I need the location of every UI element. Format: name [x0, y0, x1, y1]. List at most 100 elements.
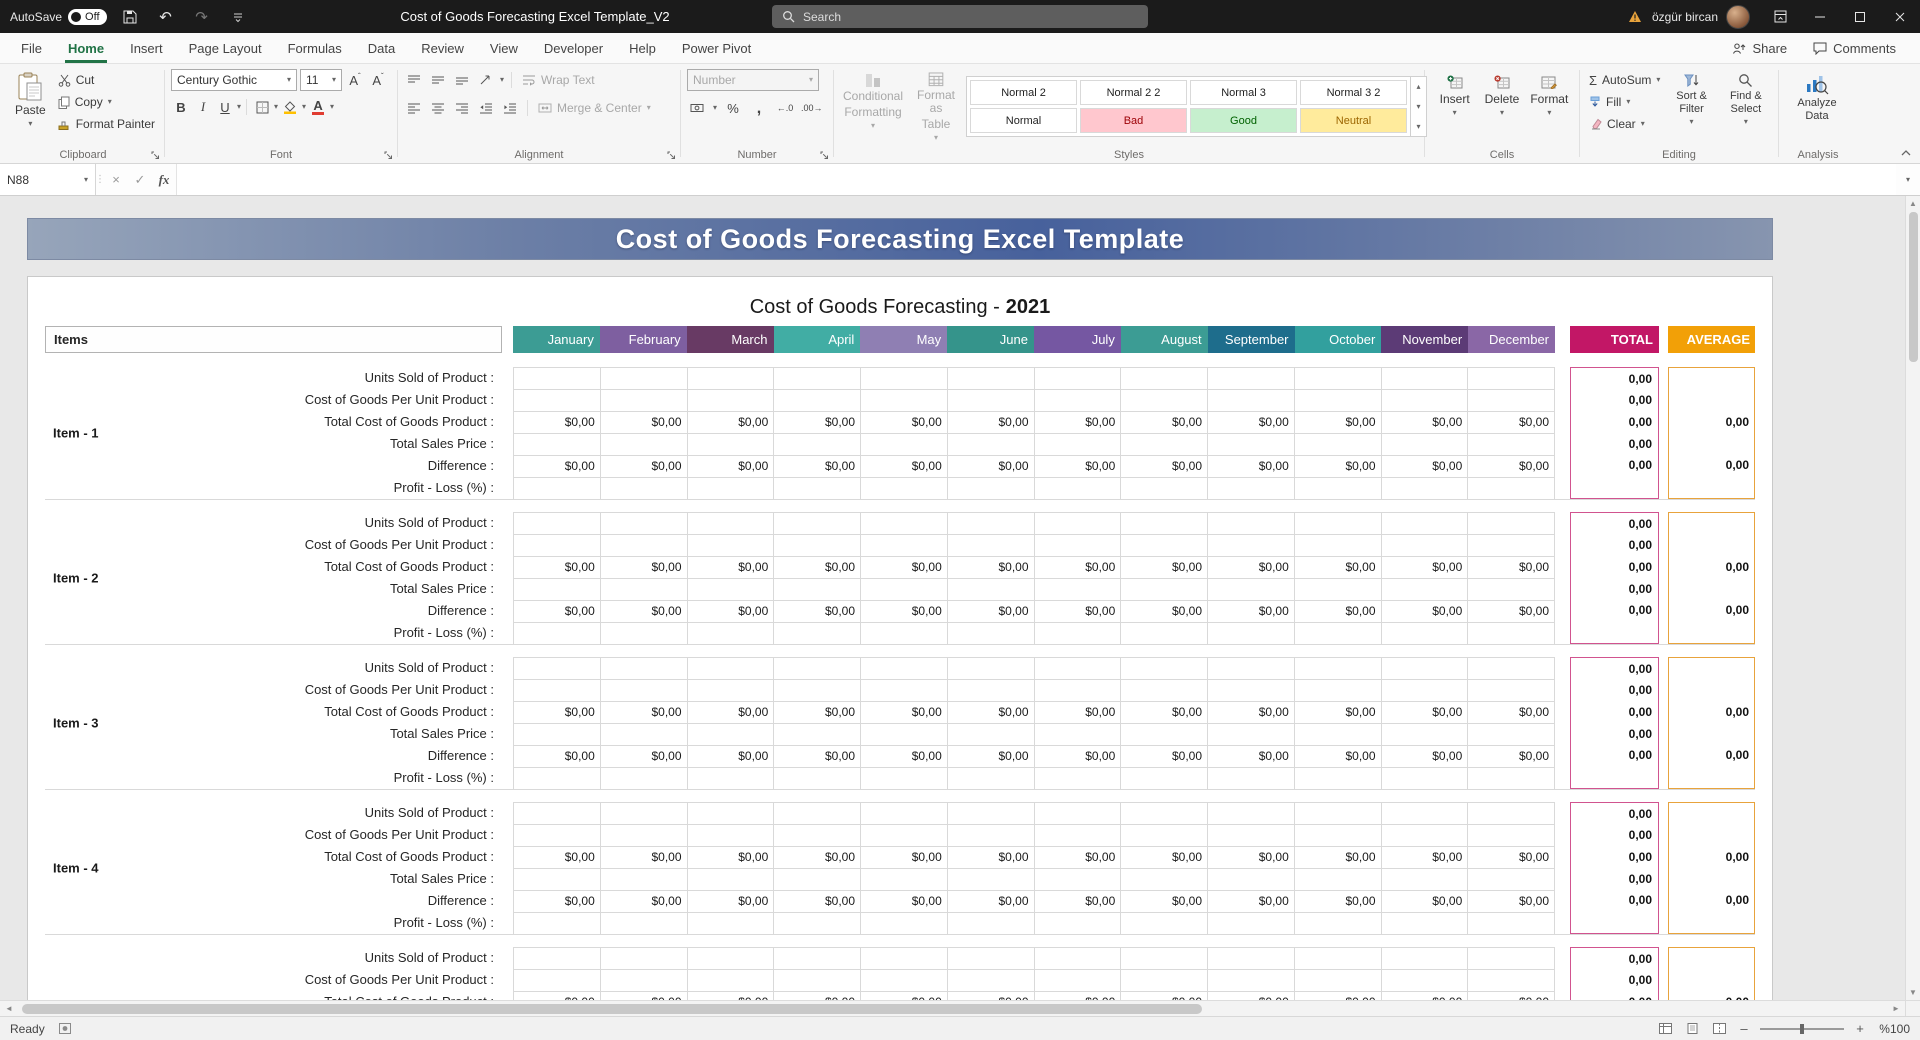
number-format-select[interactable]: Number ▾: [687, 69, 819, 91]
data-cell[interactable]: [600, 869, 688, 891]
data-cell[interactable]: [600, 658, 688, 680]
data-cell[interactable]: $0,00: [861, 702, 948, 724]
data-cell[interactable]: $0,00: [1381, 891, 1469, 913]
data-cell[interactable]: [1468, 658, 1555, 680]
undo-icon[interactable]: ↶: [153, 4, 179, 30]
comma-style-icon[interactable]: ,: [749, 98, 769, 118]
data-cell[interactable]: [514, 368, 601, 390]
scroll-down-icon[interactable]: ▼: [1909, 988, 1917, 997]
data-cell[interactable]: [947, 768, 1035, 790]
average-cell[interactable]: [1669, 658, 1754, 680]
alignment-dialog-launcher-icon[interactable]: [667, 151, 676, 160]
data-cell[interactable]: [774, 390, 861, 412]
data-cell[interactable]: $0,00: [1468, 847, 1555, 869]
month-header-april[interactable]: April: [773, 326, 861, 353]
data-cell[interactable]: $0,00: [514, 601, 601, 623]
data-cell[interactable]: $0,00: [861, 847, 948, 869]
data-cell[interactable]: [1381, 579, 1469, 601]
data-cell[interactable]: [1208, 513, 1295, 535]
data-cell[interactable]: [1034, 913, 1122, 935]
macro-record-icon[interactable]: [58, 1023, 71, 1034]
data-cell[interactable]: [947, 478, 1035, 500]
total-cell[interactable]: 0,00: [1571, 578, 1658, 600]
average-cell[interactable]: [1669, 766, 1754, 788]
data-cell[interactable]: [1208, 768, 1295, 790]
accounting-dropdown-icon[interactable]: ▾: [713, 104, 717, 112]
total-cell[interactable]: 0,00: [1571, 948, 1658, 970]
average-cell[interactable]: 0,00: [1669, 701, 1754, 723]
data-cell[interactable]: [1121, 390, 1208, 412]
data-cell[interactable]: [1034, 803, 1122, 825]
data-cell[interactable]: [861, 680, 948, 702]
data-cell[interactable]: $0,00: [1034, 456, 1122, 478]
save-icon[interactable]: [117, 4, 143, 30]
data-cell[interactable]: [861, 768, 948, 790]
data-cell[interactable]: $0,00: [861, 557, 948, 579]
data-cell[interactable]: [947, 724, 1035, 746]
tab-insert[interactable]: Insert: [117, 33, 176, 63]
data-cell[interactable]: $0,00: [774, 557, 861, 579]
data-cell[interactable]: $0,00: [600, 456, 688, 478]
underline-button[interactable]: U: [215, 97, 235, 117]
data-cell[interactable]: [1381, 368, 1469, 390]
total-cell[interactable]: [1571, 621, 1658, 643]
data-cell[interactable]: [947, 825, 1035, 847]
data-cell[interactable]: $0,00: [687, 601, 775, 623]
data-cell[interactable]: [1121, 970, 1208, 992]
copy-button[interactable]: Copy ▾: [55, 91, 158, 113]
data-cell[interactable]: $0,00: [774, 456, 861, 478]
align-middle-icon[interactable]: [428, 70, 448, 90]
data-cell[interactable]: $0,00: [688, 992, 775, 1000]
data-cell[interactable]: $0,00: [1294, 746, 1382, 768]
data-cell[interactable]: [1468, 390, 1555, 412]
data-cell[interactable]: $0,00: [1468, 891, 1555, 913]
data-cell[interactable]: [1468, 869, 1555, 891]
data-cell[interactable]: [774, 825, 861, 847]
align-top-icon[interactable]: [404, 70, 424, 90]
customize-quick-access-icon[interactable]: [225, 4, 251, 30]
data-cell[interactable]: [1121, 579, 1208, 601]
data-cell[interactable]: [1381, 513, 1469, 535]
data-cell[interactable]: [774, 948, 861, 970]
style-bad[interactable]: Bad: [1080, 108, 1188, 133]
style-normal-2[interactable]: Normal 2: [970, 80, 1078, 105]
data-cell[interactable]: [1381, 825, 1469, 847]
data-cell[interactable]: $0,00: [1034, 891, 1122, 913]
data-cell[interactable]: [514, 948, 601, 970]
data-cell[interactable]: $0,00: [1381, 847, 1469, 869]
data-cell[interactable]: [1121, 724, 1208, 746]
data-cell[interactable]: [1034, 390, 1122, 412]
zoom-slider-knob[interactable]: [1800, 1023, 1804, 1034]
data-cell[interactable]: [514, 513, 601, 535]
data-cell[interactable]: [687, 434, 775, 456]
data-cell[interactable]: [774, 535, 861, 557]
total-cell[interactable]: 0,00: [1571, 991, 1658, 1000]
data-cell[interactable]: [861, 535, 948, 557]
data-cell[interactable]: $0,00: [600, 847, 688, 869]
formula-input[interactable]: [176, 164, 1896, 195]
ribbon-display-options-icon[interactable]: [1760, 0, 1800, 33]
data-cell[interactable]: $0,00: [947, 601, 1035, 623]
data-cell[interactable]: [1294, 869, 1382, 891]
data-cell[interactable]: $0,00: [1468, 412, 1555, 434]
data-cell[interactable]: [1468, 803, 1555, 825]
data-cell[interactable]: [774, 724, 861, 746]
merge-center-button[interactable]: Merge & Center ▾: [535, 97, 654, 119]
data-cell[interactable]: [1034, 948, 1122, 970]
data-cell[interactable]: $0,00: [861, 992, 948, 1000]
horizontal-scrollbar[interactable]: ◄ ►: [0, 1000, 1920, 1016]
data-cell[interactable]: [1468, 825, 1555, 847]
data-cell[interactable]: [861, 478, 948, 500]
data-cell[interactable]: [1381, 869, 1469, 891]
data-cell[interactable]: [514, 478, 601, 500]
format-painter-button[interactable]: Format Painter: [55, 113, 158, 135]
style-normal-2-2[interactable]: Normal 2 2: [1080, 80, 1188, 105]
data-cell[interactable]: [1294, 434, 1382, 456]
data-cell[interactable]: [514, 869, 601, 891]
data-cell[interactable]: [600, 913, 688, 935]
data-cell[interactable]: [1208, 970, 1295, 992]
month-header-july[interactable]: July: [1034, 326, 1121, 353]
data-cell[interactable]: $0,00: [1381, 702, 1469, 724]
borders-dropdown-icon[interactable]: ▾: [274, 103, 278, 111]
total-cell[interactable]: 0,00: [1571, 556, 1658, 578]
